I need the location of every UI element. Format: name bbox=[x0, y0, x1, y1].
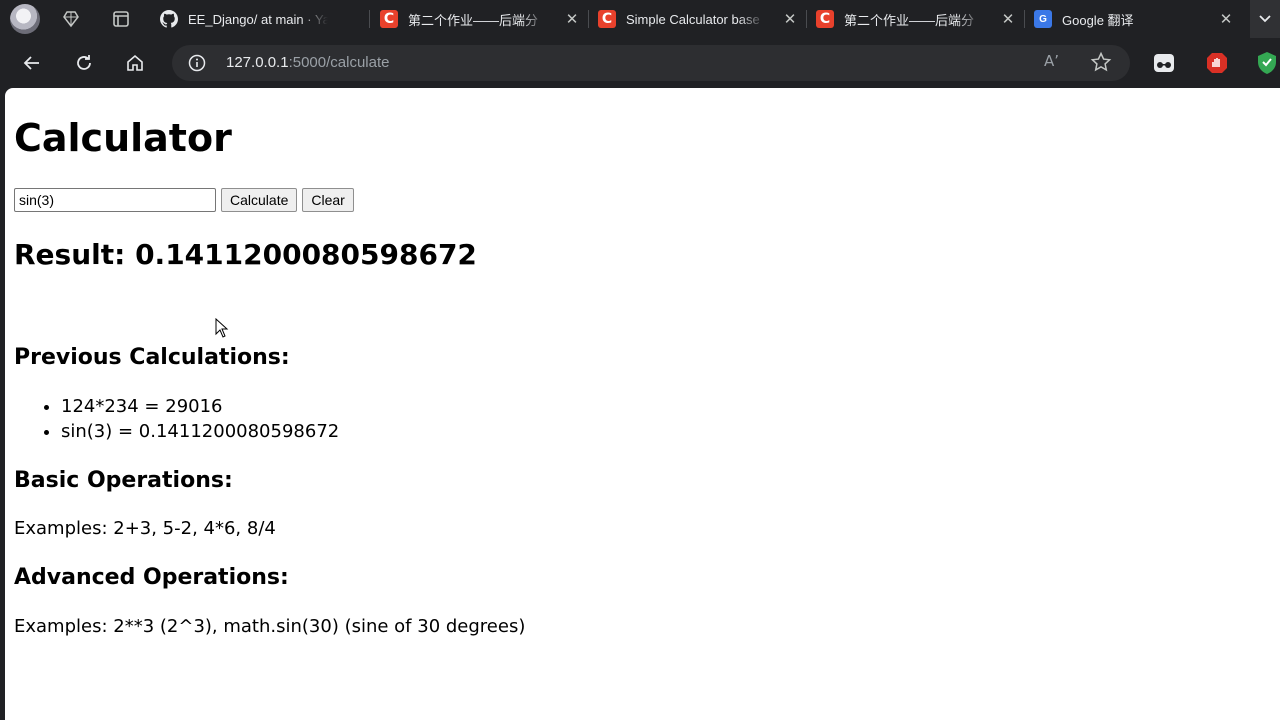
expression-input[interactable] bbox=[14, 188, 216, 212]
history-list: 124*234 = 29016 sin(3) = 0.1411200080598… bbox=[61, 394, 339, 444]
home-icon[interactable] bbox=[121, 49, 149, 77]
clear-button[interactable]: Clear bbox=[302, 188, 354, 212]
extension-glasses-icon[interactable] bbox=[1150, 49, 1178, 77]
advanced-operations-heading: Advanced Operations: bbox=[14, 565, 289, 590]
csdn-icon: C bbox=[380, 10, 398, 28]
tab-github[interactable]: EE_Django/ at main · Ya bbox=[150, 2, 366, 36]
csdn-icon: C bbox=[816, 10, 834, 28]
result-text: Result: 0.1411200080598672 bbox=[14, 238, 477, 271]
page-title: Calculator bbox=[14, 116, 232, 160]
tab-simple-calculator[interactable]: C Simple Calculator base ✕ bbox=[588, 2, 806, 36]
tab-google-translate[interactable]: G Google 翻译 ✕ bbox=[1024, 2, 1242, 36]
favorite-star-icon[interactable] bbox=[1090, 51, 1112, 78]
close-icon[interactable]: ✕ bbox=[1000, 11, 1016, 27]
tab-csdn-2[interactable]: C 第二个作业——后端分 ✕ bbox=[806, 2, 1024, 36]
tab-title: 第二个作业——后端分 bbox=[844, 12, 975, 28]
address-bar[interactable]: 127.0.0.1:5000/calculate Aʼ bbox=[172, 45, 1130, 81]
basic-examples: Examples: 2+3, 5-2, 4*6, 8/4 bbox=[14, 518, 276, 539]
url-host: 127.0.0.1 bbox=[226, 54, 289, 71]
calculate-button[interactable]: Calculate bbox=[221, 188, 298, 212]
close-icon[interactable]: ✕ bbox=[1218, 11, 1234, 27]
read-aloud-icon[interactable]: Aʼ bbox=[1044, 52, 1059, 70]
tab-title: EE_Django/ at main · Ya bbox=[188, 11, 328, 27]
vertical-tabs-icon[interactable] bbox=[108, 6, 134, 32]
history-item: 124*234 = 29016 bbox=[61, 394, 339, 419]
previous-calculations-heading: Previous Calculations: bbox=[14, 345, 290, 370]
browser-toolbar: 127.0.0.1:5000/calculate Aʼ bbox=[0, 38, 1280, 88]
reload-icon[interactable] bbox=[70, 49, 98, 77]
workspaces-icon[interactable] bbox=[58, 6, 84, 32]
csdn-icon: C bbox=[598, 10, 616, 28]
tab-csdn-1[interactable]: C 第二个作业——后端分 ✕ bbox=[370, 2, 588, 36]
calculator-form: Calculate Clear bbox=[14, 188, 354, 212]
tab-title: Simple Calculator base bbox=[626, 11, 760, 27]
tab-title: 第二个作业——后端分 bbox=[408, 12, 539, 28]
extension-stop-hand-icon[interactable] bbox=[1203, 49, 1231, 77]
extension-shield-icon[interactable] bbox=[1253, 49, 1280, 77]
back-icon[interactable] bbox=[18, 49, 46, 77]
close-icon[interactable]: ✕ bbox=[564, 11, 580, 27]
basic-operations-heading: Basic Operations: bbox=[14, 468, 233, 493]
url-text[interactable]: 127.0.0.1:5000/calculate bbox=[226, 54, 389, 71]
info-icon[interactable] bbox=[188, 54, 206, 77]
tab-title: Google 翻译 bbox=[1062, 12, 1134, 28]
github-icon bbox=[160, 10, 178, 28]
google-translate-icon: G bbox=[1034, 10, 1052, 28]
profile-avatar[interactable] bbox=[10, 4, 40, 34]
page-viewport: Calculator Calculate Clear Result: 0.141… bbox=[5, 88, 1280, 720]
tab-search-button[interactable] bbox=[1250, 0, 1280, 38]
url-path: :5000/calculate bbox=[288, 54, 390, 71]
chevron-down-icon bbox=[1259, 15, 1271, 23]
close-icon[interactable]: ✕ bbox=[782, 11, 798, 27]
history-item: sin(3) = 0.1411200080598672 bbox=[61, 419, 339, 444]
mouse-cursor-icon bbox=[215, 317, 229, 343]
advanced-examples: Examples: 2**3 (2^3), math.sin(30) (sine… bbox=[14, 616, 526, 637]
tab-strip: EE_Django/ at main · Ya C 第二个作业——后端分 ✕ C… bbox=[0, 0, 1280, 38]
